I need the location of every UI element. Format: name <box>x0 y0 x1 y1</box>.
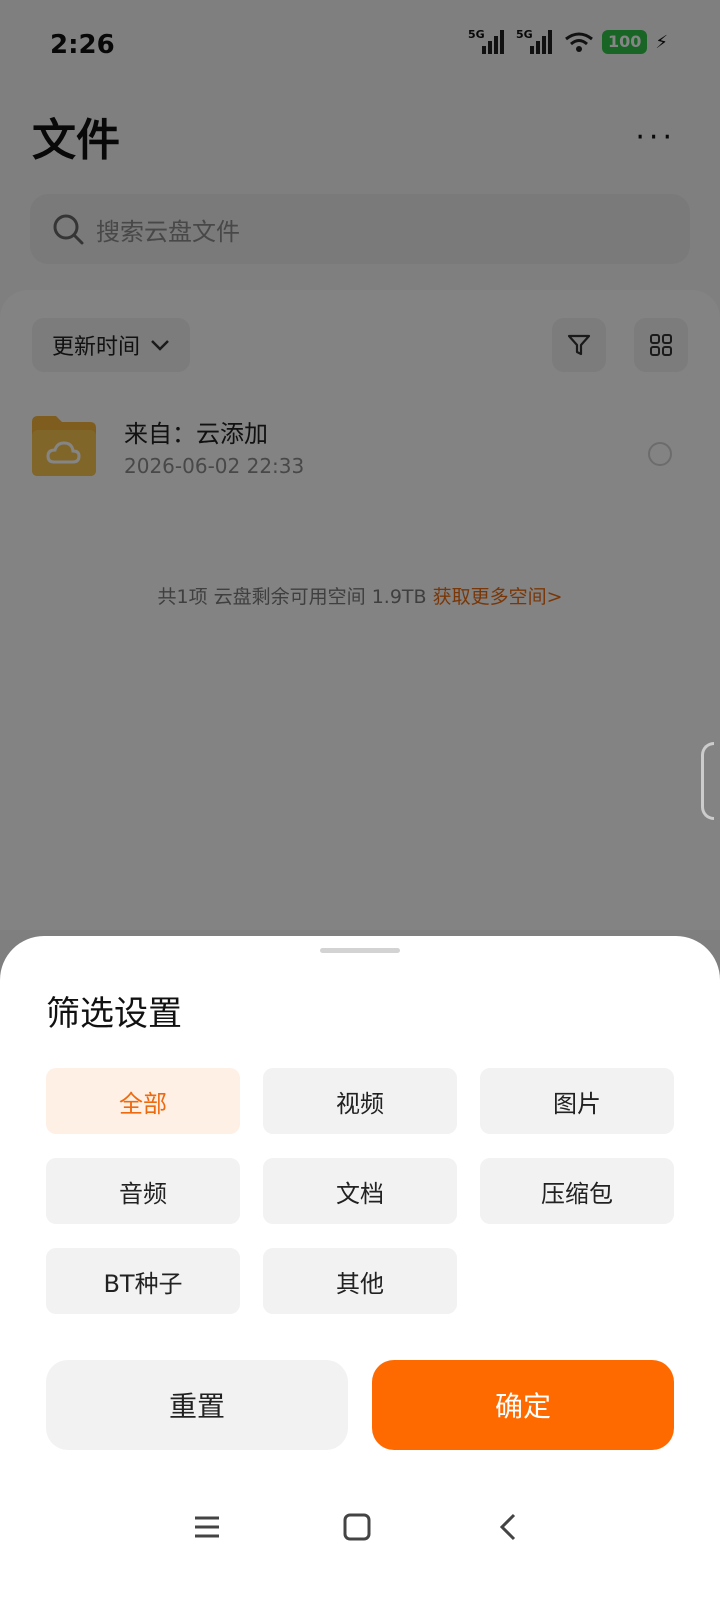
sheet-title: 筛选设置 <box>46 994 182 1034</box>
menu-icon[interactable] <box>192 1512 222 1542</box>
system-nav-bar <box>0 1508 720 1568</box>
filter-option-audio[interactable]: 音频 <box>46 1158 240 1224</box>
filter-option-archive[interactable]: 压缩包 <box>480 1158 674 1224</box>
filter-option-other[interactable]: 其他 <box>263 1248 457 1314</box>
file-page: 2:26 5G 5G 100 ⚡ 文件 ··· 搜索云盘文件 更新时间 来自：云… <box>0 0 720 1600</box>
confirm-button[interactable]: 确定 <box>372 1360 674 1450</box>
back-icon[interactable] <box>496 1512 520 1542</box>
filter-option-image[interactable]: 图片 <box>480 1068 674 1134</box>
filter-option-bt[interactable]: BT种子 <box>46 1248 240 1314</box>
edge-swipe-handle[interactable] <box>701 742 714 820</box>
home-icon[interactable] <box>342 1512 372 1542</box>
filter-option-video[interactable]: 视频 <box>263 1068 457 1134</box>
filter-option-document[interactable]: 文档 <box>263 1158 457 1224</box>
reset-button[interactable]: 重置 <box>46 1360 348 1450</box>
sheet-grabber[interactable] <box>320 948 400 953</box>
filter-sheet: 筛选设置 全部 视频 图片 音频 文档 压缩包 BT种子 其他 重置 确定 <box>0 936 720 1600</box>
filter-option-all[interactable]: 全部 <box>46 1068 240 1134</box>
